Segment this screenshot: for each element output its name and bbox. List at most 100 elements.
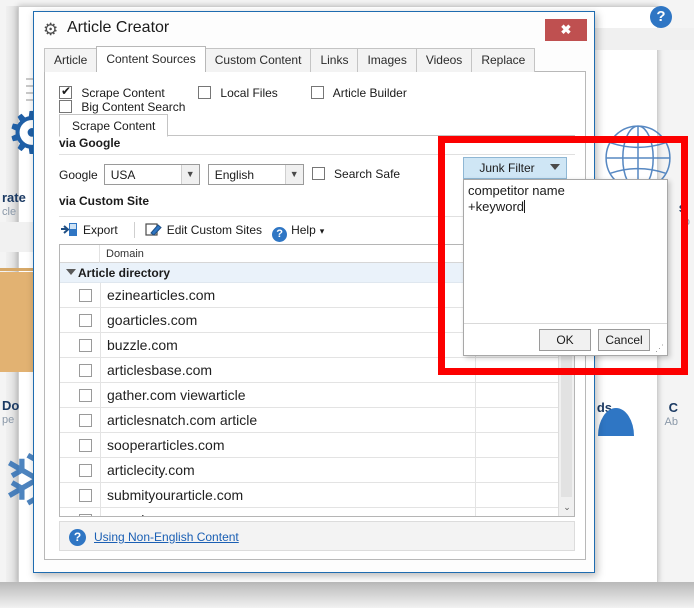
column-header-domain[interactable]: Domain <box>100 245 144 263</box>
gears-icon: ⚙ <box>43 20 59 39</box>
tab-article[interactable]: Article <box>44 48 98 72</box>
row-checkbox[interactable] <box>79 514 92 516</box>
checkbox-box-icon <box>59 100 72 113</box>
table-row[interactable]: articlesbase.com <box>60 358 574 383</box>
domain-name: amazines.com <box>107 508 197 516</box>
row-checkbox[interactable] <box>79 439 92 452</box>
dialog-title: Article Creator <box>67 19 170 36</box>
domain-group-label: Article directory <box>78 266 171 280</box>
domain-name: ezinearticles.com <box>107 287 216 303</box>
checkbox-article-builder[interactable]: Article Builder <box>311 86 407 100</box>
checkbox-box-icon <box>311 167 325 180</box>
checkbox-scrape-content[interactable]: Scrape Content <box>59 84 165 100</box>
tab-replace[interactable]: Replace <box>471 48 536 72</box>
column-header-checkbox[interactable] <box>60 245 100 263</box>
export-icon <box>61 223 77 236</box>
via-custom-site-header: via Custom Site <box>59 194 150 208</box>
close-icon[interactable]: ✖ <box>545 19 587 41</box>
row-checkbox[interactable] <box>79 339 92 352</box>
tab-content-sources[interactable]: Content Sources <box>96 46 206 72</box>
checkbox-search-safe-label: Search Safe <box>334 167 401 181</box>
cancel-button[interactable]: Cancel <box>598 329 650 351</box>
row-checkbox[interactable] <box>79 389 92 402</box>
chevron-down-icon <box>550 164 560 170</box>
ok-button[interactable]: OK <box>539 329 591 351</box>
checkbox-big-content-search[interactable]: Big Content Search <box>59 100 185 114</box>
background-fragment-ab: Ab <box>664 416 678 428</box>
domain-name: gather.com viewarticle <box>107 387 246 403</box>
background-fragment-rate: rate <box>2 190 26 205</box>
inner-tab-scrape-content[interactable]: Scrape Content <box>59 114 169 137</box>
checkmark-icon <box>59 84 72 99</box>
help-button[interactable]: ? Help ▾ <box>270 218 332 242</box>
checkbox-big-content-search-label: Big Content Search <box>81 100 186 114</box>
junk-filter-panel: competitor name +keyword OK Cancel ⋰ <box>463 179 668 356</box>
junk-filter-textarea[interactable]: competitor name +keyword <box>464 180 667 325</box>
table-row[interactable]: amazines.com <box>60 508 574 516</box>
toolbar-separator <box>133 222 135 238</box>
row-checkbox[interactable] <box>79 414 92 427</box>
google-label: Google <box>59 168 98 182</box>
background-bottom-bar <box>0 582 694 608</box>
background-fragment-c: C <box>668 400 678 415</box>
scroll-down-icon[interactable]: ⌄ <box>559 500 574 514</box>
dialog-titlebar: ⚙ Article Creator ✖ <box>34 12 594 48</box>
country-select[interactable]: USA ▼ <box>103 164 200 185</box>
using-non-english-content-link[interactable]: Using Non-English Content <box>94 522 239 552</box>
help-label: Help <box>291 223 316 237</box>
tab-videos[interactable]: Videos <box>415 48 473 72</box>
chevron-down-icon: ▼ <box>180 165 199 184</box>
edit-pencil-icon <box>145 223 162 236</box>
panel-footer: ? Using Non-English Content <box>59 521 575 551</box>
domain-name: articlesbase.com <box>107 362 213 378</box>
row-checkbox[interactable] <box>79 364 92 377</box>
chevron-down-icon: ▼ <box>284 165 303 184</box>
table-row[interactable]: articlecity.com <box>60 458 574 483</box>
text-caret <box>524 200 525 213</box>
tab-links[interactable]: Links <box>310 48 359 72</box>
row-checkbox[interactable] <box>79 289 92 302</box>
background-fragment-pe: pe <box>2 414 15 426</box>
domain-name: goarticles.com <box>107 312 198 328</box>
junk-filter-button-bar: OK Cancel <box>464 323 667 355</box>
inner-tabstrip: Scrape Content <box>59 114 575 137</box>
checkbox-local-files[interactable]: Local Files <box>198 86 278 100</box>
domain-name: submityourarticle.com <box>107 487 244 503</box>
table-row[interactable]: sooperarticles.com <box>60 433 574 458</box>
background-fragment-s: s <box>678 200 686 215</box>
table-row[interactable]: gather.com viewarticle <box>60 383 574 408</box>
export-button[interactable]: Export <box>59 218 126 242</box>
domain-name: buzzle.com <box>107 337 178 353</box>
language-select[interactable]: English ▼ <box>207 164 304 185</box>
table-row[interactable]: submityourarticle.com <box>60 483 574 508</box>
checkbox-article-builder-label: Article Builder <box>332 86 407 100</box>
edit-custom-sites-button[interactable]: Edit Custom Sites <box>143 218 270 242</box>
table-row[interactable]: articlesnatch.com article <box>60 408 574 433</box>
dialog-tabstrip: Article Content Sources Custom Content L… <box>44 46 586 96</box>
row-checkbox[interactable] <box>79 489 92 502</box>
domain-name: articlecity.com <box>107 462 195 478</box>
tab-custom-content[interactable]: Custom Content <box>204 48 312 72</box>
source-checkbox-row: Scrape Content Local Files Article Build… <box>59 84 575 114</box>
question-mark-icon: ? <box>69 529 86 546</box>
help-icon[interactable]: ? <box>650 6 672 28</box>
row-checkbox[interactable] <box>79 464 92 477</box>
export-label: Export <box>83 223 118 237</box>
checkbox-box-icon <box>198 86 212 99</box>
row-checkbox[interactable] <box>79 314 92 327</box>
domain-name: articlesnatch.com article <box>107 412 258 428</box>
junk-filter-button[interactable]: Junk Filter <box>463 157 567 179</box>
caret-down-icon: ▾ <box>319 226 325 236</box>
tab-images[interactable]: Images <box>357 48 417 72</box>
background-fragment-to: to <box>680 216 690 228</box>
resize-grip-icon[interactable]: ⋰ <box>655 344 664 353</box>
junk-filter-text-value: competitor name +keyword <box>468 183 565 214</box>
question-mark-icon: ? <box>272 227 288 242</box>
background-fragment-cle: cle <box>2 206 17 218</box>
edit-custom-sites-label: Edit Custom Sites <box>166 223 263 237</box>
checkbox-search-safe[interactable]: Search Safe <box>311 164 401 185</box>
checkbox-scrape-content-label: Scrape Content <box>81 86 165 100</box>
divider <box>59 154 575 155</box>
expand-triangle-icon <box>66 269 76 275</box>
background-fragment-do: Do <box>2 398 20 413</box>
